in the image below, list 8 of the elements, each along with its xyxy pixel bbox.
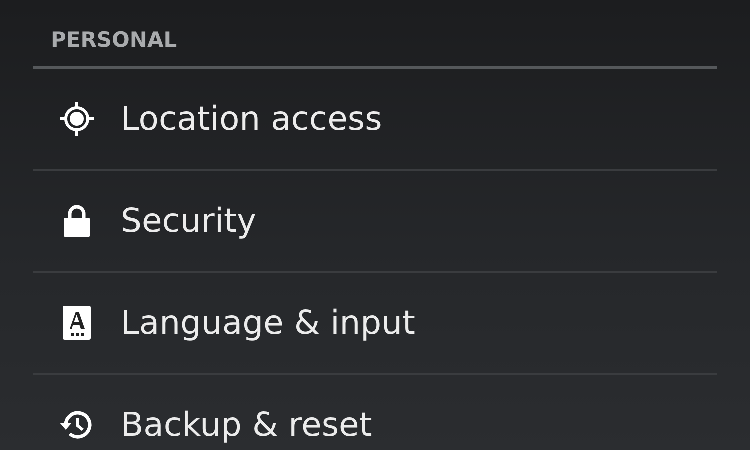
section-header: PERSONAL — [51, 28, 178, 52]
settings-item[interactable]: Language & input — [121, 298, 416, 348]
location-icon — [58, 100, 96, 138]
lock-icon — [62, 204, 92, 238]
settings-item[interactable]: Security — [121, 196, 257, 246]
settings-item[interactable]: Location access — [121, 94, 382, 144]
keyboard-letter-icon — [62, 305, 92, 341]
settings-item[interactable]: Backup & reset — [121, 400, 372, 450]
